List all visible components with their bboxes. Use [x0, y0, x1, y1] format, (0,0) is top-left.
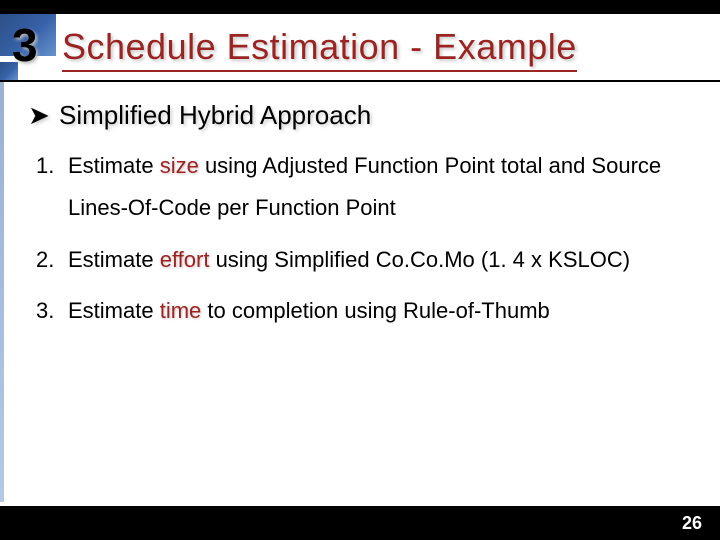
title-underline [0, 80, 720, 82]
step-pre: Estimate [68, 153, 160, 178]
page-number: 26 [682, 513, 702, 534]
list-item: Estimate time to completion using Rule-o… [68, 290, 692, 332]
chevron-right-icon: ➤ [28, 100, 50, 131]
top-bar [0, 0, 720, 14]
step-pre: Estimate [68, 298, 160, 323]
content-area: ➤ Simplified Hybrid Approach Estimate si… [28, 100, 692, 342]
step-post: using Simplified Co.Co.Mo (1. 4 x KSLOC) [209, 247, 630, 272]
subheading-text: Simplified Hybrid Approach [59, 100, 371, 130]
slide: 3 Schedule Estimation - Example ➤ Simpli… [0, 0, 720, 540]
step-keyword: effort [160, 247, 210, 272]
page-title: Schedule Estimation - Example [62, 26, 577, 72]
step-keyword: time [160, 298, 202, 323]
step-keyword: size [160, 153, 199, 178]
steps-list: Estimate size using Adjusted Function Po… [28, 145, 692, 332]
step-post: to completion using Rule-of-Thumb [201, 298, 550, 323]
step-pre: Estimate [68, 247, 160, 272]
decor-side-strip [0, 82, 4, 502]
list-item: Estimate size using Adjusted Function Po… [68, 145, 692, 229]
subheading: ➤ Simplified Hybrid Approach [28, 100, 692, 131]
footer-bar: 26 [0, 506, 720, 540]
list-item: Estimate effort using Simplified Co.Co.M… [68, 239, 692, 281]
chapter-number: 3 [12, 18, 38, 72]
